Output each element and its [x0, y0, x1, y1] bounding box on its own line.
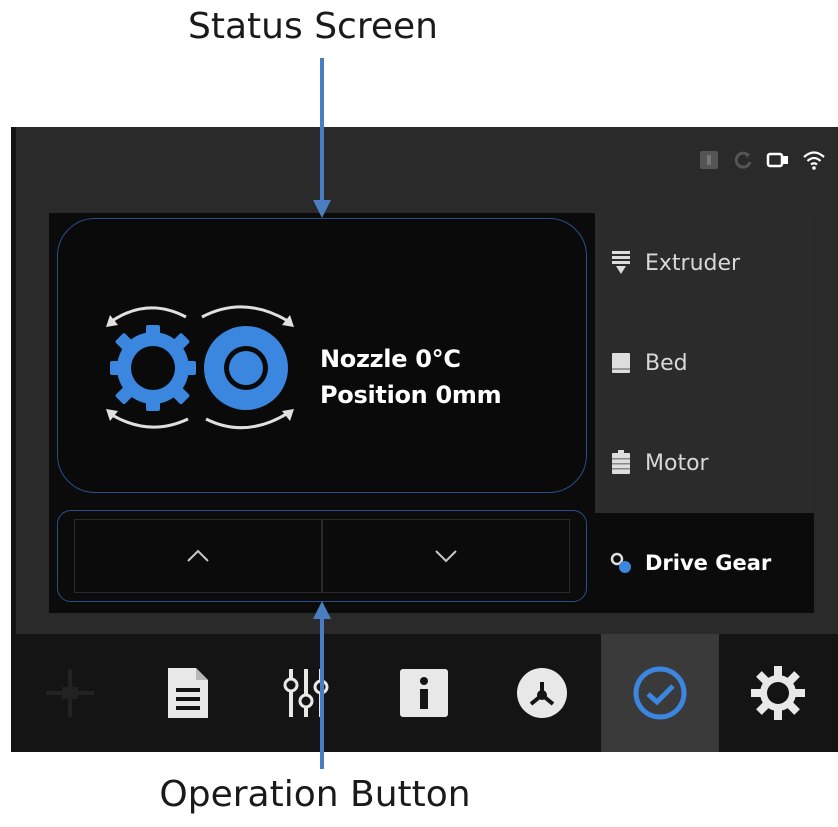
side-item-bed[interactable]: Bed	[595, 313, 814, 413]
operation-button-arrow	[313, 601, 331, 769]
move-down-button[interactable]	[322, 519, 570, 593]
main-panel: Nozzle 0°C Position 0mm Extruder Bed Mot…	[49, 213, 814, 613]
motor-icon	[609, 449, 633, 477]
drive-gear-icon	[609, 549, 633, 577]
file-icon	[168, 668, 208, 718]
printer-screen: Nozzle 0°C Position 0mm Extruder Bed Mot…	[11, 127, 838, 752]
move-up-button[interactable]	[74, 519, 322, 593]
status-screen-annotation: Status Screen	[188, 6, 438, 47]
extruder-icon	[609, 249, 633, 277]
side-menu: Extruder Bed Motor Drive Gear	[595, 213, 814, 613]
nav-settings[interactable]	[719, 634, 837, 752]
nav-adjust[interactable]	[247, 634, 365, 752]
status-screen: Nozzle 0°C Position 0mm	[57, 218, 587, 493]
nav-info[interactable]	[365, 634, 483, 752]
camera-icon	[766, 152, 788, 168]
drive-gear-illustration	[106, 305, 294, 430]
side-item-extruder[interactable]: Extruder	[595, 213, 814, 313]
settings-gear-icon	[751, 666, 805, 720]
bottom-nav	[11, 634, 838, 752]
nav-filament[interactable]	[483, 634, 601, 752]
side-item-label: Motor	[645, 450, 709, 476]
operation-buttons	[57, 510, 587, 602]
operation-button-annotation: Operation Button	[159, 774, 471, 815]
status-bar	[698, 149, 826, 171]
status-readout: Nozzle 0°C Position 0mm	[320, 341, 502, 413]
storage-icon	[700, 151, 718, 169]
refresh-icon	[734, 151, 752, 169]
bed-icon	[609, 349, 633, 377]
side-item-drive-gear[interactable]: Drive Gear	[595, 513, 814, 613]
side-item-label: Bed	[645, 350, 688, 376]
info-icon	[400, 669, 448, 717]
chevron-down-icon	[435, 550, 457, 563]
side-item-label: Extruder	[645, 250, 741, 276]
check-circle-icon	[633, 666, 687, 720]
nav-move[interactable]	[11, 634, 129, 752]
side-item-motor[interactable]: Motor	[595, 413, 814, 513]
crosshair-move-icon	[46, 669, 94, 717]
nav-maintenance[interactable]	[601, 634, 719, 752]
side-item-label: Drive Gear	[645, 551, 772, 575]
wifi-icon	[803, 151, 825, 170]
filament-icon	[517, 668, 567, 718]
nav-files[interactable]	[129, 634, 247, 752]
position-value: Position 0mm	[320, 381, 502, 409]
chevron-up-icon	[187, 549, 209, 562]
status-screen-arrow	[313, 58, 331, 218]
nozzle-temperature: Nozzle 0°C	[320, 345, 461, 373]
